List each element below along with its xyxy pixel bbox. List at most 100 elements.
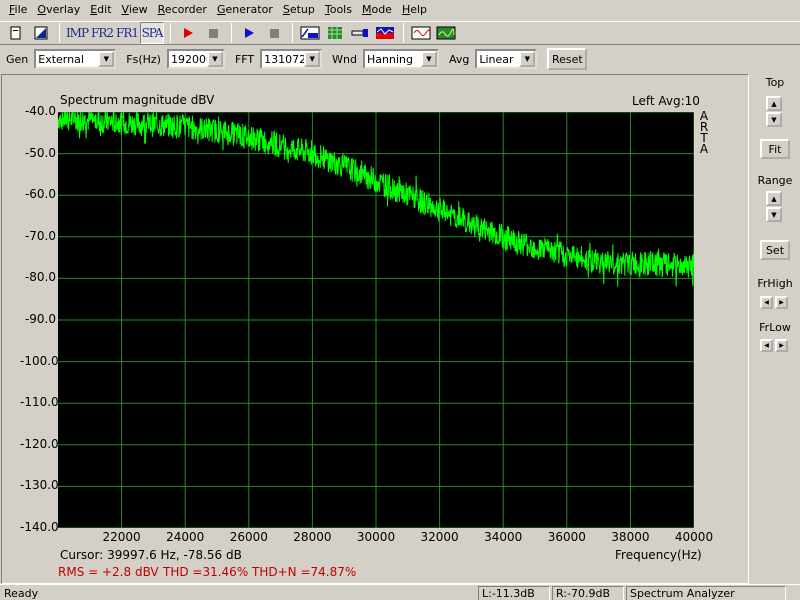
x-tick-label: 34000	[484, 530, 523, 544]
y-tick-label: -40.0	[24, 104, 56, 118]
menu-bar: File Overlay Edit View Recorder Generator Setu…	[0, 0, 800, 20]
impulse-mode-button[interactable]: IMP	[65, 22, 89, 44]
toolbar-separator	[170, 23, 171, 43]
top-label: Top	[765, 76, 785, 89]
stop-icon[interactable]	[262, 22, 286, 44]
x-tick-label: 40000	[674, 530, 714, 544]
zoom-icon[interactable]	[348, 22, 372, 44]
gen-label: Gen	[6, 52, 29, 66]
generator-sine-icon[interactable]	[409, 22, 433, 44]
y-tick-label: -90.0	[24, 312, 56, 326]
thdn-readout: THD+N =74.87%	[252, 565, 357, 579]
grid-icon[interactable]	[323, 22, 347, 44]
plot-title: Spectrum magnitude dBV	[60, 93, 215, 107]
fit-button[interactable]: Fit	[760, 139, 790, 159]
toolbar-separator	[403, 23, 404, 43]
fr1-mode-button[interactable]: FR1	[115, 22, 139, 44]
reset-button[interactable]: Reset	[547, 48, 588, 70]
new-icon[interactable]	[4, 22, 28, 44]
menu-help[interactable]: Help	[397, 0, 432, 20]
fs-value: 192000	[170, 52, 207, 66]
toolbar: IMP FR2 FR1 SPA	[0, 21, 800, 45]
chevron-down-icon[interactable]: ▼	[519, 51, 536, 67]
chevron-down-icon[interactable]: ▼	[98, 51, 115, 67]
top-up-button[interactable]: ▲	[766, 96, 782, 111]
x-tick-label: 32000	[420, 530, 459, 544]
gen-value: External	[38, 52, 84, 66]
wnd-label: Wnd	[332, 52, 357, 66]
spectrum-mode-button[interactable]: SPA	[140, 22, 164, 44]
fs-select[interactable]: 192000 ▼	[166, 49, 225, 69]
x-tick-label: 36000	[547, 530, 586, 544]
y-tick-label: -110.0	[20, 395, 59, 410]
spa-label: SPA	[141, 26, 164, 40]
status-ready: Ready	[4, 587, 39, 600]
wnd-value: Hanning	[366, 52, 413, 66]
fr2-label: FR2	[91, 26, 114, 40]
x-axis-label: Frequency(Hz)	[615, 548, 702, 562]
frhigh-right-button[interactable]: ▶	[775, 296, 788, 309]
chevron-down-icon[interactable]: ▼	[420, 51, 437, 67]
frlow-left-button[interactable]: ◀	[760, 339, 773, 352]
menu-tools[interactable]: Tools	[320, 0, 357, 20]
frhigh-label: FrHigh	[757, 277, 793, 290]
toolbar-separator	[231, 23, 232, 43]
cursor-readout: Cursor: 39997.6 Hz, -78.56 dB	[60, 548, 242, 562]
status-mode: Spectrum Analyzer	[626, 586, 786, 600]
spectrum-plot[interactable]	[57, 110, 695, 529]
set-button[interactable]: Set	[760, 240, 790, 260]
y-tick-label: -100.0	[20, 353, 59, 368]
menu-generator[interactable]: Generator	[212, 0, 278, 20]
fft-select[interactable]: 131072 ▼	[260, 49, 323, 69]
menu-setup[interactable]: Setup	[278, 0, 320, 20]
range-down-button[interactable]: ▼	[766, 207, 782, 222]
window-select[interactable]: Hanning ▼	[362, 49, 439, 69]
gen-select[interactable]: External ▼	[34, 49, 117, 69]
menu-overlay[interactable]: Overlay	[32, 0, 85, 20]
spectrum-view-icon[interactable]	[434, 22, 458, 44]
label-abc-icon[interactable]	[298, 22, 322, 44]
y-tick-label: -60.0	[24, 187, 56, 202]
scale-side-panel: Top ▲ ▼ Fit Range ▲ ▼ Set FrHigh ◀ ▶ FrL…	[752, 74, 798, 584]
menu-recorder[interactable]: Recorder	[153, 0, 212, 20]
play-icon[interactable]	[237, 22, 261, 44]
color-icon[interactable]	[373, 22, 397, 44]
frlow-right-button[interactable]: ▶	[775, 339, 788, 352]
settings-bar: Gen External ▼ Fs(Hz) 192000 ▼ FFT 13107…	[0, 46, 800, 72]
menu-view[interactable]: View	[117, 0, 153, 20]
fft-value: 131072	[264, 52, 305, 66]
x-tick-label: 38000	[611, 530, 650, 544]
x-tick-label: 24000	[166, 530, 205, 544]
frlow-label: FrLow	[759, 321, 791, 334]
spectrum-chart-svg[interactable]	[57, 110, 695, 529]
chevron-down-icon[interactable]: ▼	[304, 51, 321, 67]
avg-select[interactable]: Linear ▼	[475, 49, 538, 69]
x-tick-label: 28000	[293, 530, 332, 544]
menu-file[interactable]: File	[4, 0, 32, 20]
menu-mode[interactable]: Mode	[357, 0, 397, 20]
fr2-mode-button[interactable]: FR2	[90, 22, 114, 44]
channel-avg-label: Left Avg:10	[632, 94, 700, 108]
y-tick-label: -80.0	[24, 270, 56, 285]
avg-value: Linear	[479, 52, 514, 66]
top-down-button[interactable]: ▼	[766, 112, 782, 127]
status-bar: Ready L:-11.3dB R:-70.9dB Spectrum Analy…	[0, 584, 800, 600]
menu-edit[interactable]: Edit	[85, 0, 116, 20]
fr1-label: FR1	[116, 26, 139, 40]
toolbar-separator	[59, 23, 60, 43]
chevron-down-icon[interactable]: ▼	[206, 51, 223, 67]
range-up-button[interactable]: ▲	[766, 191, 782, 206]
y-tick-label: -140.0	[20, 520, 59, 534]
record-icon[interactable]	[176, 22, 200, 44]
status-right-level: R:-70.9dB	[552, 586, 624, 600]
y-tick-label: -70.0	[24, 228, 56, 243]
arta-watermark: ARTA	[699, 109, 709, 156]
frhigh-left-button[interactable]: ◀	[760, 296, 773, 309]
y-tick-label: -50.0	[24, 145, 56, 160]
fs-label: Fs(Hz)	[126, 52, 161, 66]
y-tick-label: -120.0	[20, 436, 59, 451]
open-icon[interactable]	[29, 22, 53, 44]
avg-label: Avg	[448, 52, 470, 66]
range-label: Range	[757, 174, 793, 187]
stop-icon[interactable]	[201, 22, 225, 44]
